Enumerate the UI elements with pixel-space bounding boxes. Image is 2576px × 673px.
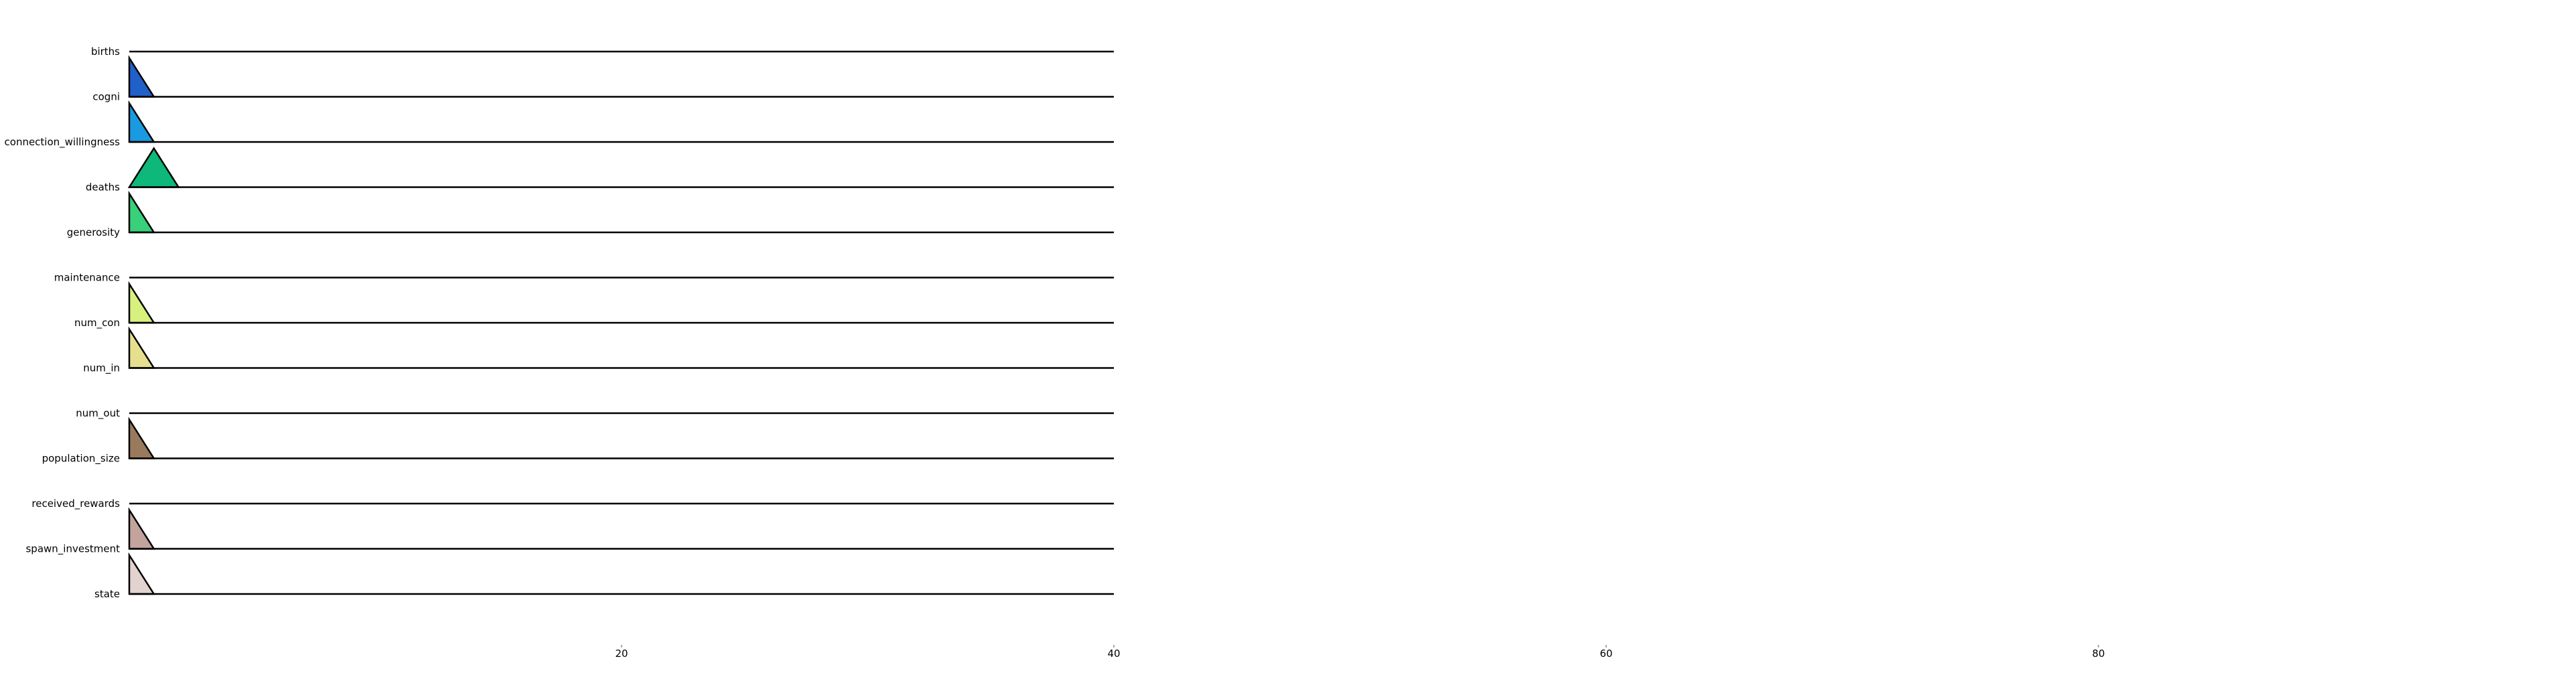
ridge-row-received_rewards: received_rewards bbox=[31, 498, 1114, 510]
x-tick-label-80: 80 bbox=[2092, 648, 2104, 660]
ridge-shape-num_con bbox=[128, 281, 156, 324]
ridge-label-num_con: num_con bbox=[74, 317, 120, 329]
ridge-shape-population_size bbox=[128, 417, 156, 459]
ridge-row-cogni: cogni bbox=[92, 55, 1114, 103]
ridgeline-chart-svg: births cogni connection_willingnessdeaths g… bbox=[5, 46, 2105, 660]
ridge-row-num_in: num_in bbox=[83, 326, 1114, 375]
ridge-row-deaths: deaths bbox=[86, 147, 1114, 194]
x-tick-label-20: 20 bbox=[615, 648, 628, 660]
ridge-row-spawn_investment: spawn_investment bbox=[25, 507, 1114, 556]
ridge-shape-cogni bbox=[128, 55, 156, 98]
ridge-label-received_rewards: received_rewards bbox=[31, 498, 120, 510]
ridge-label-population_size: population_size bbox=[42, 453, 120, 465]
ridge-label-births: births bbox=[91, 46, 120, 58]
ridge-shape-deaths bbox=[127, 147, 180, 188]
ridge-row-num_con: num_con bbox=[74, 281, 1114, 329]
ridge-label-cogni: cogni bbox=[92, 91, 120, 103]
ridge-label-state: state bbox=[94, 588, 120, 600]
ridge-label-num_in: num_in bbox=[83, 362, 120, 375]
ridge-shape-spawn_investment bbox=[128, 507, 156, 550]
ridge-shape-connection_willingness bbox=[128, 100, 156, 143]
ridge-row-state: state bbox=[94, 552, 1114, 600]
ridge-group: births cogni connection_willingnessdeaths g… bbox=[5, 46, 1114, 600]
ridge-label-spawn_investment: spawn_investment bbox=[25, 543, 120, 556]
ridge-label-generosity: generosity bbox=[67, 226, 120, 238]
x-tick-label-60: 60 bbox=[1599, 648, 1612, 660]
ridge-label-maintenance: maintenance bbox=[54, 272, 120, 284]
ridgeline-chart: births cogni connection_willingnessdeaths g… bbox=[0, 0, 2576, 670]
ridge-row-num_out: num_out bbox=[76, 407, 1114, 420]
x-axis: 20 40 60 80 bbox=[615, 645, 2105, 660]
ridge-shape-generosity bbox=[128, 190, 156, 234]
ridge-label-deaths: deaths bbox=[86, 181, 120, 194]
ridge-row-connection_willingness: connection_willingness bbox=[5, 100, 1114, 149]
ridge-row-generosity: generosity bbox=[67, 190, 1114, 238]
ridge-label-num_out: num_out bbox=[76, 407, 120, 420]
ridge-shape-state bbox=[128, 552, 156, 595]
ridge-shape-num_in bbox=[128, 326, 156, 369]
ridge-row-maintenance: maintenance bbox=[54, 272, 1114, 284]
x-tick-label-40: 40 bbox=[1107, 648, 1120, 660]
ridge-row-population_size: population_size bbox=[42, 417, 1114, 465]
ridge-row-births: births bbox=[91, 46, 1114, 58]
ridge-label-connection_willingness: connection_willingness bbox=[5, 136, 121, 149]
